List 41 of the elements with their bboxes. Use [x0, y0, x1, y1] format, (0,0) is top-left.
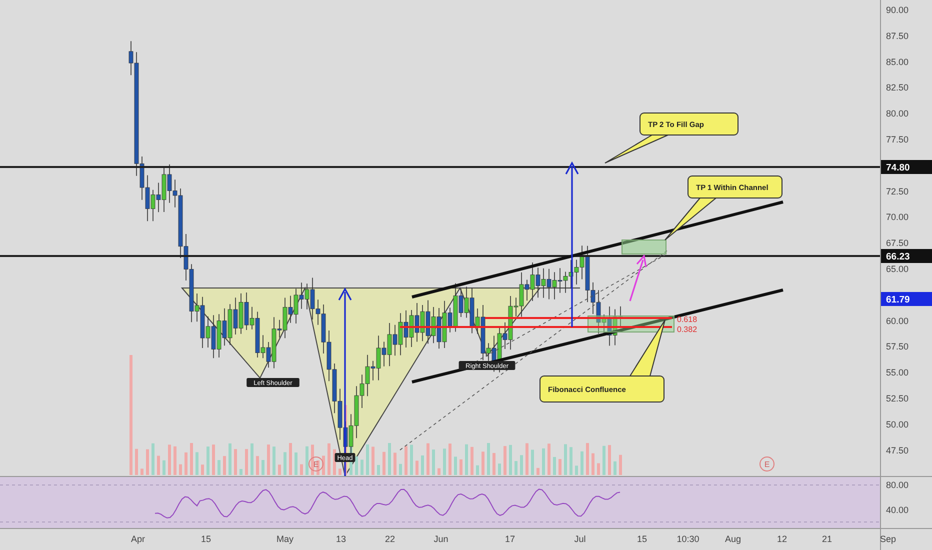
time-tick-label: 13 [336, 534, 346, 544]
price-tick-label: 55.00 [886, 368, 909, 378]
fibonacci-level-label: 0.382 [677, 325, 698, 334]
time-tick-label: 15 [201, 534, 211, 544]
time-tick-label: Jul [574, 534, 586, 544]
time-tick-label: 22 [385, 534, 395, 544]
price-tick-label: 52.50 [886, 394, 909, 404]
time-tick-label: May [276, 534, 294, 544]
price-tick-label: 47.50 [886, 445, 909, 456]
rsi-tick-label: 40.00 [886, 505, 909, 515]
price-tick-label: 60.00 [886, 316, 909, 326]
price-tick-label: 85.00 [886, 56, 909, 67]
time-tick-label: Sep [880, 534, 896, 544]
earnings-marker[interactable]: E [308, 456, 324, 472]
rsi-tick-label: 80.00 [886, 480, 909, 490]
price-marker: 61.79 [881, 292, 932, 306]
time-tick-label: 21 [822, 534, 832, 544]
time-tick-label: Jun [434, 534, 448, 544]
fibonacci-level-label: 0.618 [677, 315, 698, 324]
price-marker: 74.80 [881, 160, 932, 174]
price-tick-label: 77.50 [886, 134, 909, 144]
price-tick-label: 80.00 [886, 108, 909, 119]
time-tick-label: 12 [777, 534, 787, 544]
price-marker: 66.23 [881, 249, 932, 263]
projection-arrow [629, 254, 647, 302]
time-tick-label: 10:30 [676, 534, 700, 544]
time-tick-label: Apr [131, 534, 145, 544]
price-tick-label: 87.50 [886, 30, 909, 41]
price-tick-label: 70.00 [886, 212, 909, 222]
price-tick-label: 67.50 [886, 238, 909, 248]
price-tick-label: 90.00 [886, 5, 909, 15]
price-tick-label: 65.00 [886, 264, 909, 274]
time-tick-label: Aug [725, 534, 741, 544]
earnings-marker[interactable]: E [760, 456, 774, 472]
time-tick-label: 17 [505, 534, 515, 544]
target-zone [622, 240, 666, 254]
price-tick-label: 50.00 [886, 419, 909, 430]
price-tick-label: 57.50 [886, 342, 909, 352]
price-tick-label: 82.50 [886, 82, 909, 93]
price-tick-label: 72.50 [886, 186, 909, 196]
time-tick-label: 15 [637, 534, 647, 544]
